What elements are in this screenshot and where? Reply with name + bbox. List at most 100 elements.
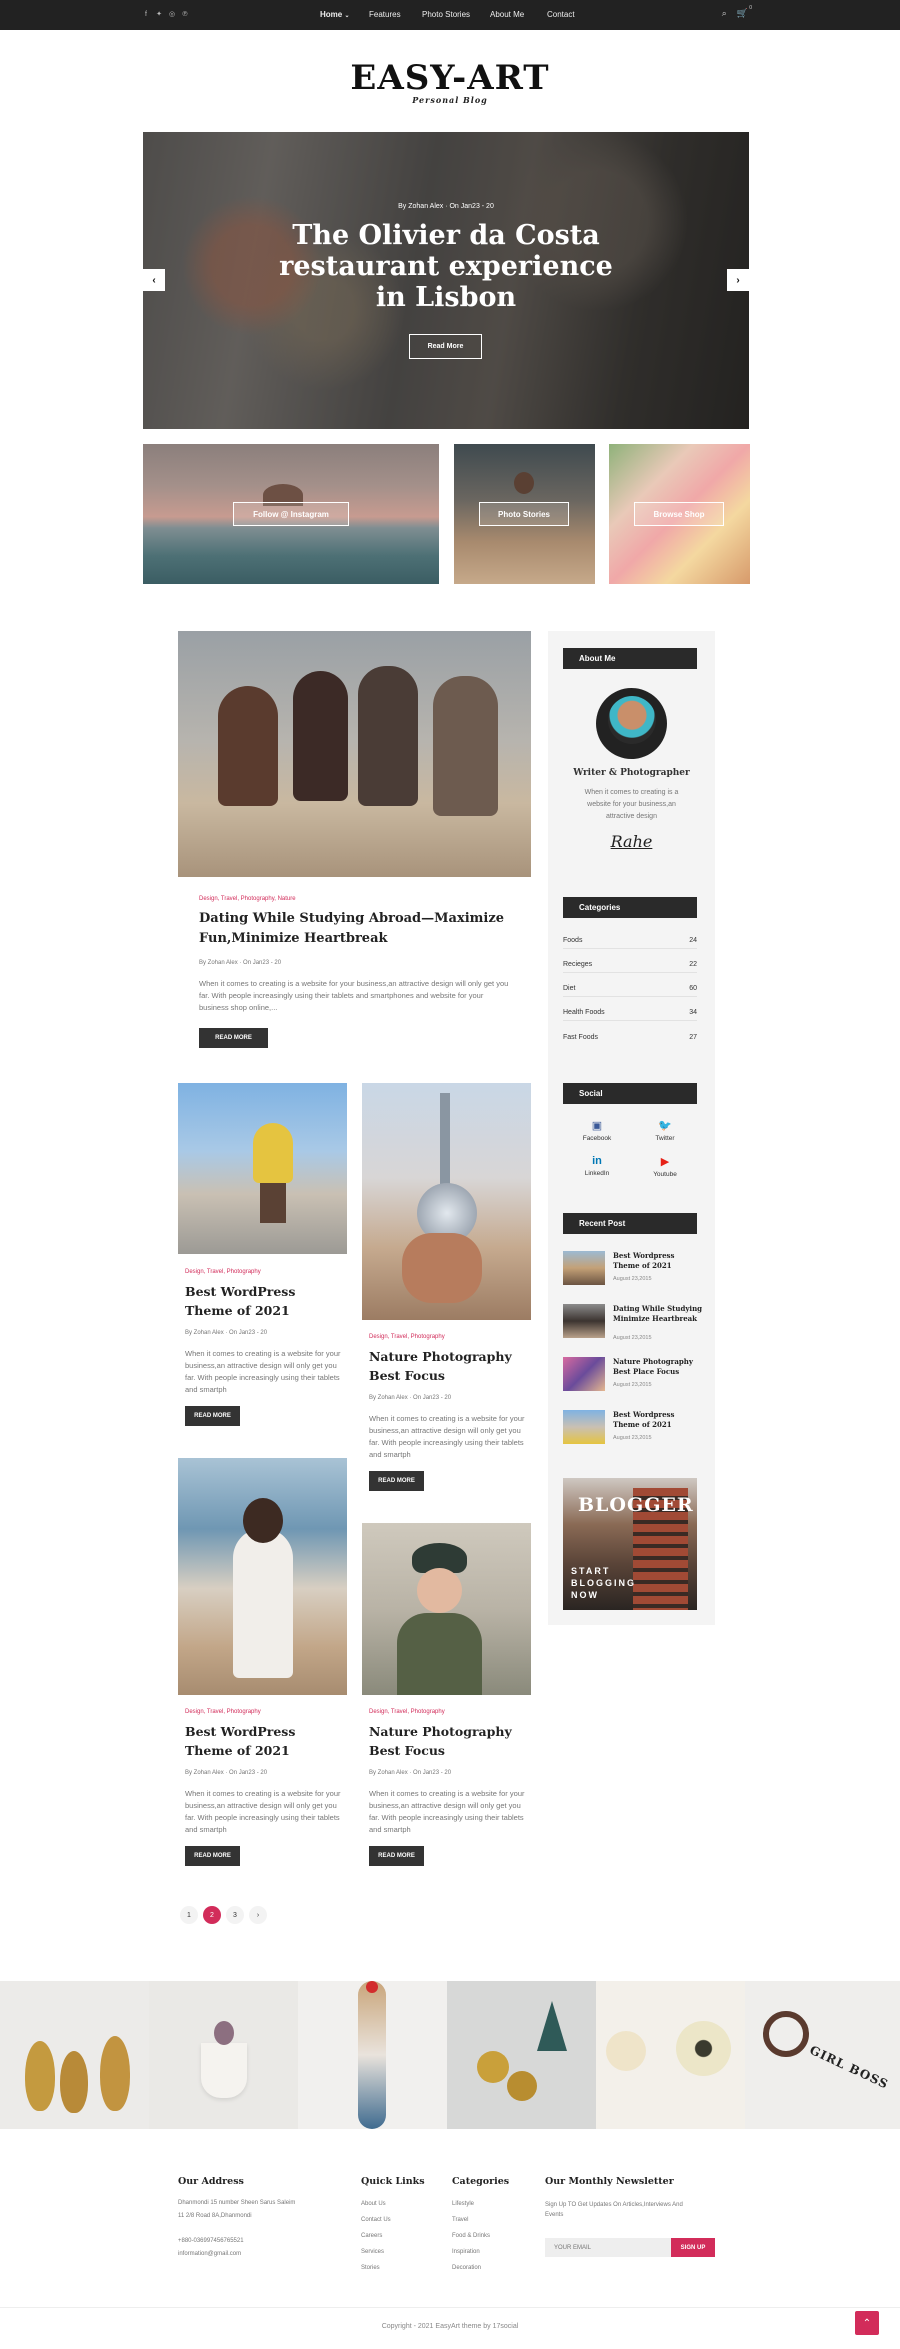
footer-address-title: Our Address (178, 2176, 244, 2187)
category-item[interactable]: Diet 60 (563, 981, 697, 997)
nav-home[interactable]: Home ⌄ (320, 10, 350, 19)
social-youtube[interactable]: ▶ Youtube (640, 1155, 690, 1178)
recent-post-item[interactable]: Nature Photography Best Place Focus Augu… (563, 1357, 703, 1397)
chevron-left-icon[interactable]: ‹ (143, 269, 165, 291)
post-categories[interactable]: Design, Travel, Photography (185, 1269, 261, 1275)
copyright: Copyright - 2021 EasyArt theme by 17soci… (381, 2323, 519, 2330)
category-count: 22 (689, 961, 697, 968)
social-facebook[interactable]: ▣ Facebook (572, 1119, 622, 1142)
browse-shop-tile[interactable]: Browse Shop (609, 444, 750, 584)
scroll-to-top-button[interactable]: ⌃ (855, 2311, 879, 2335)
instagram-tile[interactable]: Follow @ Instagram (143, 444, 439, 584)
photo-stories-tile-label[interactable]: Photo Stories (479, 502, 569, 526)
post-categories[interactable]: Design, Travel, Photography (185, 1709, 261, 1715)
twitter-icon[interactable]: ✦ (155, 10, 163, 18)
photo-figure (243, 1498, 283, 1543)
banner-line-1: START (571, 1566, 611, 1576)
post-image[interactable] (362, 1523, 531, 1695)
footer-email[interactable]: information@gmail.com (178, 2251, 241, 2257)
newsletter-signup-button[interactable]: SIGN UP (671, 2238, 715, 2257)
facebook-icon[interactable]: f (142, 10, 150, 18)
post-title[interactable]: Nature Photography Best Focus (369, 1722, 529, 1760)
girl-boss-print: GIRL BOSS (807, 2042, 891, 2092)
footer-quick-link[interactable]: Services (361, 2249, 384, 2255)
gallery-image[interactable] (447, 1981, 596, 2129)
featured-post-categories[interactable]: Design, Travel, Photography, Nature (199, 896, 296, 902)
category-item[interactable]: Fast Foods 27 (563, 1029, 697, 1045)
featured-post-title[interactable]: Dating While Studying Abroad—Maximize Fu… (199, 909, 514, 949)
logo-subtitle: Personal Blog (412, 95, 488, 105)
footer-quick-link[interactable]: Stories (361, 2265, 380, 2271)
gallery-image[interactable] (149, 1981, 298, 2129)
post-read-more-button[interactable]: READ MORE (369, 1471, 424, 1491)
gallery-image[interactable] (596, 1981, 745, 2129)
post-title[interactable]: Nature Photography Best Focus (369, 1347, 529, 1385)
next-page-button[interactable]: › (249, 1906, 267, 1924)
instagram-icon[interactable]: ◎ (168, 10, 176, 18)
pear-shape (100, 2036, 130, 2111)
recent-post-item[interactable]: Dating While Studying Minimize Heartbrea… (563, 1304, 703, 1344)
facebook-icon: ▣ (591, 1120, 603, 1132)
newsletter-email-input[interactable]: YOUR EMAIL (545, 2238, 671, 2257)
photo-figure (402, 1233, 482, 1303)
site-logo[interactable]: EASY-ART Personal Blog (0, 58, 900, 105)
post-read-more-button[interactable]: READ MORE (185, 1406, 240, 1426)
nav-contact[interactable]: Contact (547, 10, 575, 19)
post-read-more-button[interactable]: READ MORE (185, 1846, 240, 1866)
footer-category-link[interactable]: Food & Drinks (452, 2233, 490, 2239)
featured-read-more-button[interactable]: READ MORE (199, 1028, 268, 1048)
footer-phone[interactable]: +880-036997456765521 (178, 2238, 244, 2244)
social-linkedin[interactable]: in LinkedIn (572, 1155, 622, 1177)
post-read-more-button[interactable]: READ MORE (369, 1846, 424, 1866)
gallery-image[interactable] (0, 1981, 149, 2129)
footer-category-link[interactable]: Travel (452, 2217, 468, 2223)
footer-quick-link[interactable]: Careers (361, 2233, 382, 2239)
footer-quick-link[interactable]: Contact Us (361, 2217, 391, 2223)
tree-shape (537, 2001, 567, 2051)
post-image[interactable] (362, 1083, 531, 1320)
hero-meta: By Zohan Alex · On Jan23 - 20 (398, 203, 494, 210)
post-excerpt: When it comes to creating is a website f… (185, 1349, 341, 1394)
recent-post-item[interactable]: Best Wordpress Theme of 2021 August 23,2… (563, 1410, 703, 1450)
search-icon[interactable]: ⌕ (722, 8, 727, 19)
post-title[interactable]: Best WordPress Theme of 2021 (185, 1722, 345, 1760)
category-item[interactable]: Foods 24 (563, 933, 697, 949)
page-3-button[interactable]: 3 (226, 1906, 244, 1924)
nav-photo-stories[interactable]: Photo Stories (422, 10, 470, 19)
category-item[interactable]: Health Foods 34 (563, 1005, 697, 1021)
browse-shop-tile-label[interactable]: Browse Shop (634, 502, 724, 526)
blogger-banner[interactable]: BLOGGER START BLOGGING NOW (563, 1478, 697, 1610)
post-categories[interactable]: Design, Travel, Photography (369, 1709, 445, 1715)
post-categories[interactable]: Design, Travel, Photography (369, 1334, 445, 1340)
post-image[interactable] (178, 1083, 347, 1254)
pinterest-icon[interactable]: ℗ (181, 10, 189, 18)
hero-title[interactable]: The Olivier da Costa restaurant experien… (263, 220, 629, 313)
page-1-button[interactable]: 1 (180, 1906, 198, 1924)
social-widget-title: Social (563, 1083, 697, 1104)
plant-shape (214, 2021, 234, 2045)
recent-post-item[interactable]: Best Wordpress Theme of 2021 August 23,2… (563, 1251, 703, 1291)
gallery-image[interactable]: GIRL BOSS (745, 1981, 900, 2129)
page-2-button[interactable]: 2 (203, 1906, 221, 1924)
post-excerpt: When it comes to creating is a website f… (369, 1414, 525, 1459)
gallery-image[interactable] (298, 1981, 447, 2129)
instagram-tile-label[interactable]: Follow @ Instagram (233, 502, 349, 526)
footer-category-link[interactable]: Decoration (452, 2265, 481, 2271)
social-twitter[interactable]: 🐦 Twitter (640, 1119, 690, 1142)
category-item[interactable]: Recieges 22 (563, 957, 697, 973)
chevron-right-icon[interactable]: › (727, 269, 749, 291)
featured-post-image[interactable] (178, 631, 531, 877)
photo-stories-tile[interactable]: Photo Stories (454, 444, 595, 584)
footer-category-link[interactable]: Lifestyle (452, 2201, 474, 2207)
post-image[interactable] (178, 1458, 347, 1695)
cart-icon[interactable]: 🛒 0 (737, 5, 752, 19)
recent-post-thumb (563, 1410, 605, 1444)
footer-quick-link[interactable]: About Us (361, 2201, 386, 2207)
hero-read-more-button[interactable]: Read More (409, 334, 482, 359)
nav-about-me[interactable]: About Me (490, 10, 524, 19)
category-count: 60 (689, 985, 697, 992)
footer-newsletter-title: Our Monthly Newsletter (545, 2176, 674, 2187)
nav-features[interactable]: Features (369, 10, 401, 19)
footer-category-link[interactable]: Inspiration (452, 2249, 480, 2255)
post-title[interactable]: Best WordPress Theme of 2021 (185, 1282, 345, 1320)
